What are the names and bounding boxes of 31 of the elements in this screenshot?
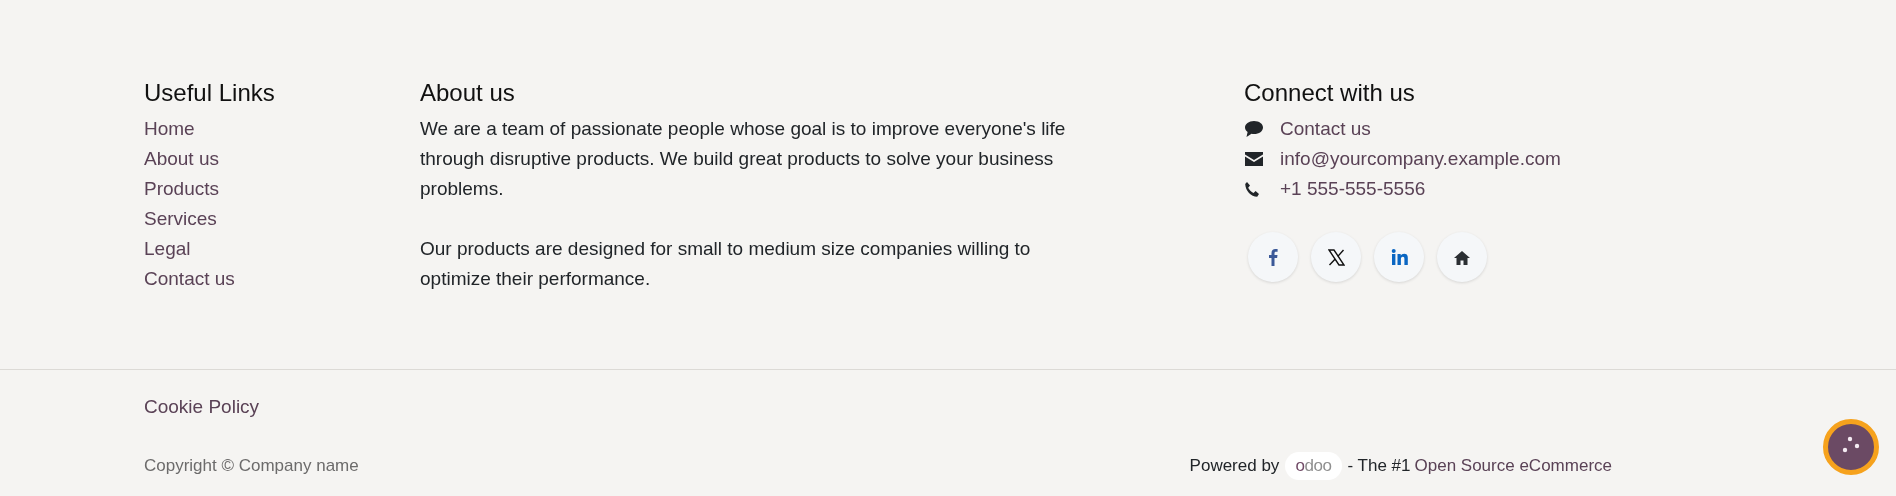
odoo-logo[interactable]: odoo bbox=[1285, 452, 1342, 480]
contact-link[interactable]: info@yourcompany.example.com bbox=[1280, 144, 1561, 174]
linkedin-icon bbox=[1390, 249, 1408, 265]
phone-icon bbox=[1244, 180, 1261, 198]
home-icon bbox=[1453, 249, 1471, 265]
ecommerce-link[interactable]: Open Source eCommerce bbox=[1414, 453, 1612, 479]
about-paragraph: Our products are designed for small to medium size companies willing to optimize their performance. bbox=[420, 237, 1032, 291]
copyright-text: Copyright © Company name bbox=[144, 455, 359, 477]
cookie-policy-link[interactable]: Cookie Policy bbox=[144, 392, 260, 422]
section-heading: About us bbox=[420, 78, 516, 108]
contact-link[interactable]: Contact us bbox=[1280, 114, 1371, 144]
contact-link[interactable]: +1 555-555-5556 bbox=[1280, 174, 1426, 204]
footer-link[interactable]: Legal bbox=[144, 234, 191, 264]
about-paragraph: We are a team of passionate people whose goal is to improve everyone's life through disruptive products. We build great products to solve your business problems. bbox=[420, 117, 1067, 201]
chat-icon bbox=[1244, 120, 1264, 138]
section-heading: Useful Links bbox=[144, 78, 276, 108]
cookie-button[interactable] bbox=[1823, 419, 1879, 475]
social-button[interactable] bbox=[1311, 232, 1361, 282]
facebook-icon bbox=[1268, 248, 1278, 266]
footer-link[interactable]: Home bbox=[144, 114, 195, 144]
social-button[interactable] bbox=[1437, 232, 1487, 282]
tagline-text: - The #1 bbox=[1347, 455, 1411, 477]
x-logo-icon bbox=[1327, 248, 1345, 266]
footer-link[interactable]: Products bbox=[144, 174, 219, 204]
footer-link[interactable]: Services bbox=[144, 204, 217, 234]
footer-link[interactable]: About us bbox=[144, 144, 219, 174]
social-button[interactable] bbox=[1248, 232, 1298, 282]
powered-by-text: Powered by bbox=[1189, 455, 1280, 477]
footer-link[interactable]: Contact us bbox=[144, 264, 235, 294]
section-heading: Connect with us bbox=[1244, 78, 1416, 108]
mail-icon bbox=[1244, 151, 1264, 167]
